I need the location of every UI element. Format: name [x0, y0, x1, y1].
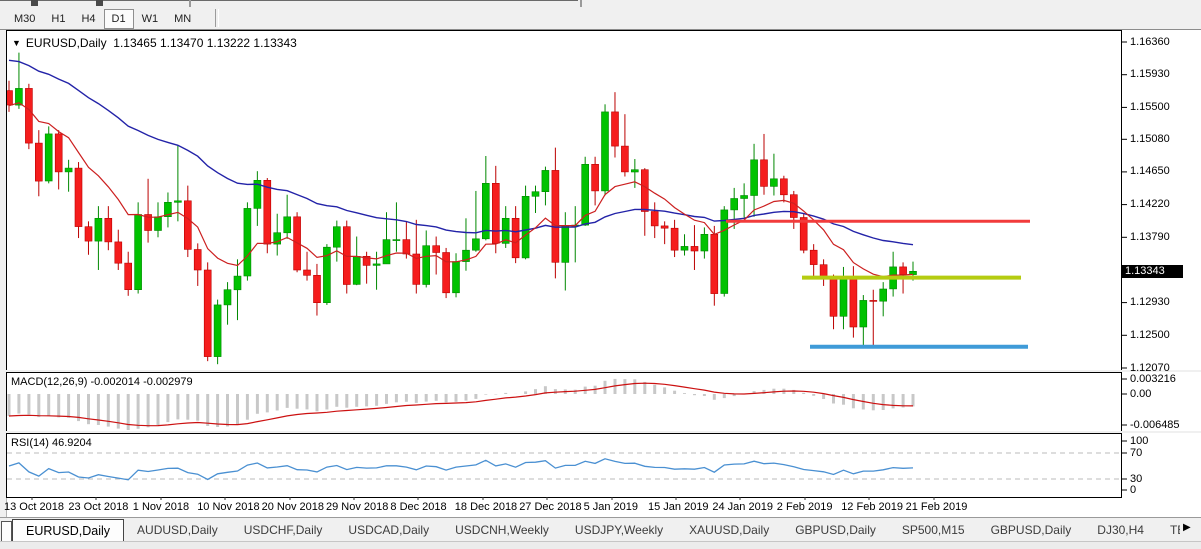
- price-tick: 1.13790: [1130, 231, 1170, 243]
- date-tick: 8 Dec 2018: [390, 501, 446, 513]
- price-tick: 1.16360: [1130, 36, 1170, 48]
- tab-scroll-right-arrow[interactable]: ▶: [1183, 522, 1191, 533]
- price-tick: 1.14220: [1130, 198, 1170, 210]
- collapse-quote-arrow[interactable]: ▼: [12, 38, 21, 48]
- chart-canvas[interactable]: [0, 0, 1201, 549]
- date-tick: 24 Jan 2019: [712, 501, 773, 513]
- date-tick: 15 Jan 2019: [648, 501, 709, 513]
- rsi-label: RSI(14) 46.9204: [11, 437, 92, 449]
- price-tick: 1.15500: [1130, 101, 1170, 113]
- date-tick: 12 Feb 2019: [841, 501, 903, 513]
- date-tick: 13 Oct 2018: [4, 501, 64, 513]
- symbol-timeframe-label: EURUSD,Daily: [26, 36, 107, 50]
- date-tick: 23 Oct 2018: [68, 501, 128, 513]
- date-tick: 20 Nov 2018: [262, 501, 324, 513]
- date-tick: 5 Jan 2019: [584, 501, 638, 513]
- date-tick: 1 Nov 2018: [133, 501, 189, 513]
- date-tick: 18 Dec 2018: [455, 501, 517, 513]
- candles-series: [6, 53, 917, 365]
- price-tick: 1.14650: [1130, 165, 1170, 177]
- mt4-window: M30H1H4D1W1MN ▼EURUSD,Daily 1.13465 1.13…: [0, 0, 1201, 549]
- macd-label: MACD(12,26,9) -0.002014 -0.002979: [11, 376, 193, 388]
- date-tick: 21 Feb 2019: [906, 501, 968, 513]
- rsi-tick: 70: [1130, 447, 1142, 459]
- date-tick: 29 Nov 2018: [326, 501, 388, 513]
- macd-tick: 0.00: [1130, 388, 1151, 400]
- macd-tick: -0.006485: [1130, 419, 1180, 431]
- price-tick: 1.15930: [1130, 68, 1170, 80]
- price-tick: 1.12930: [1130, 296, 1170, 308]
- date-tick: 2 Feb 2019: [777, 501, 833, 513]
- rsi-tick: 0: [1130, 484, 1136, 496]
- date-tick: 27 Dec 2018: [519, 501, 581, 513]
- price-tick: 1.12500: [1130, 329, 1170, 341]
- rsi-tick: 100: [1130, 435, 1148, 447]
- ohlc-values: 1.13465 1.13470 1.13222 1.13343: [113, 36, 297, 50]
- date-tick: 10 Nov 2018: [197, 501, 259, 513]
- price-tick: 1.15080: [1130, 133, 1170, 145]
- chart-title: ▼ EURUSD,Daily 1.13465 1.13470 1.13222 1.…: [12, 36, 297, 50]
- bid-price-label: 1.13343: [1122, 265, 1183, 278]
- macd-tick: 0.003216: [1130, 373, 1176, 385]
